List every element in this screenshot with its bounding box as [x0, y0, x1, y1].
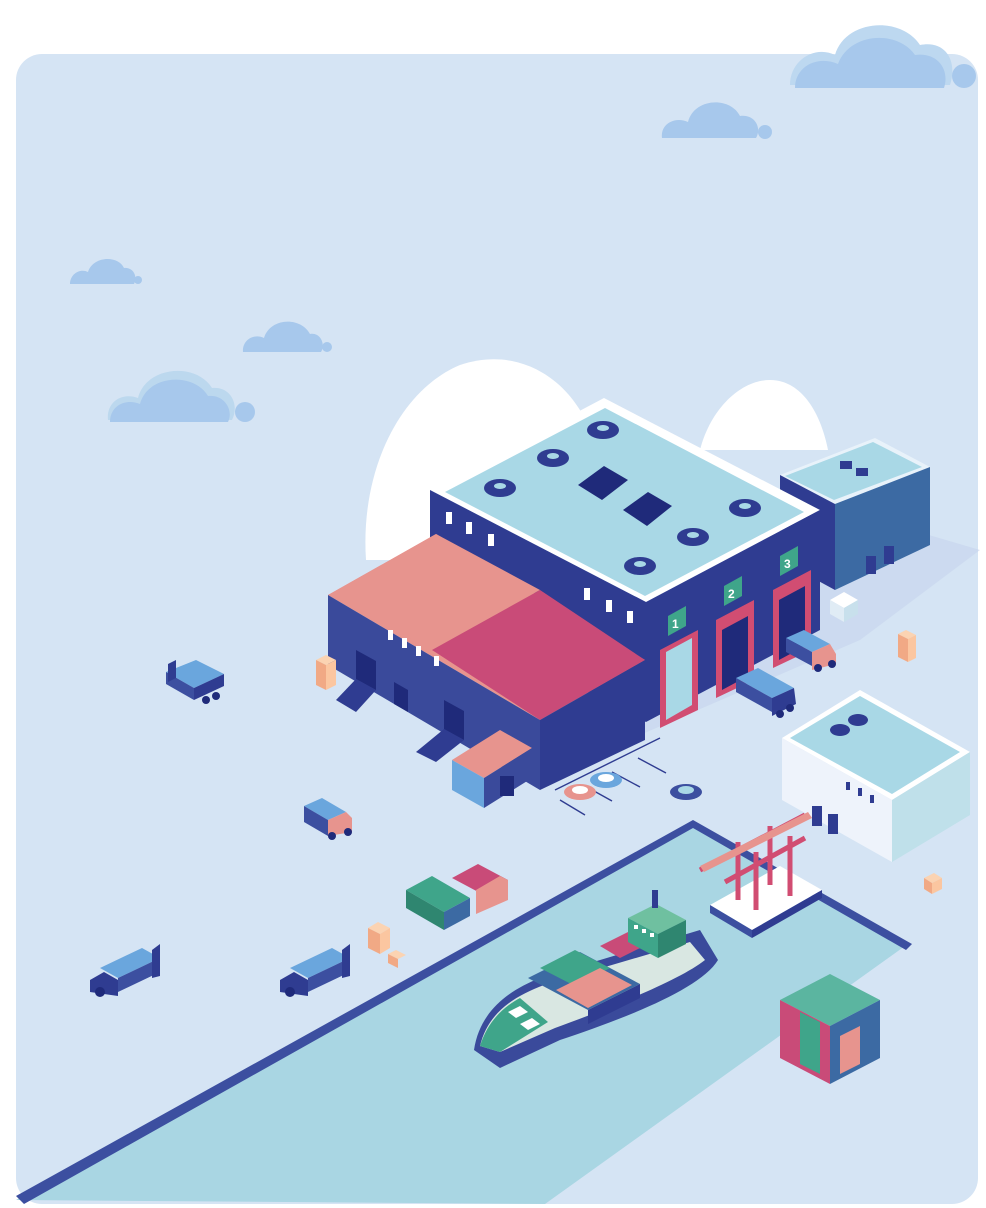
svg-text:1: 1	[672, 617, 679, 631]
car-icon	[670, 784, 702, 800]
cloud-icon	[790, 25, 976, 88]
box-icon	[316, 655, 336, 690]
car-icon	[590, 772, 622, 788]
svg-text:3: 3	[784, 557, 791, 571]
svg-text:2: 2	[728, 587, 735, 601]
box-icon	[898, 630, 916, 662]
logistics-port-illustration: 1 2 3	[16, 25, 980, 1204]
car-icon	[564, 784, 596, 800]
